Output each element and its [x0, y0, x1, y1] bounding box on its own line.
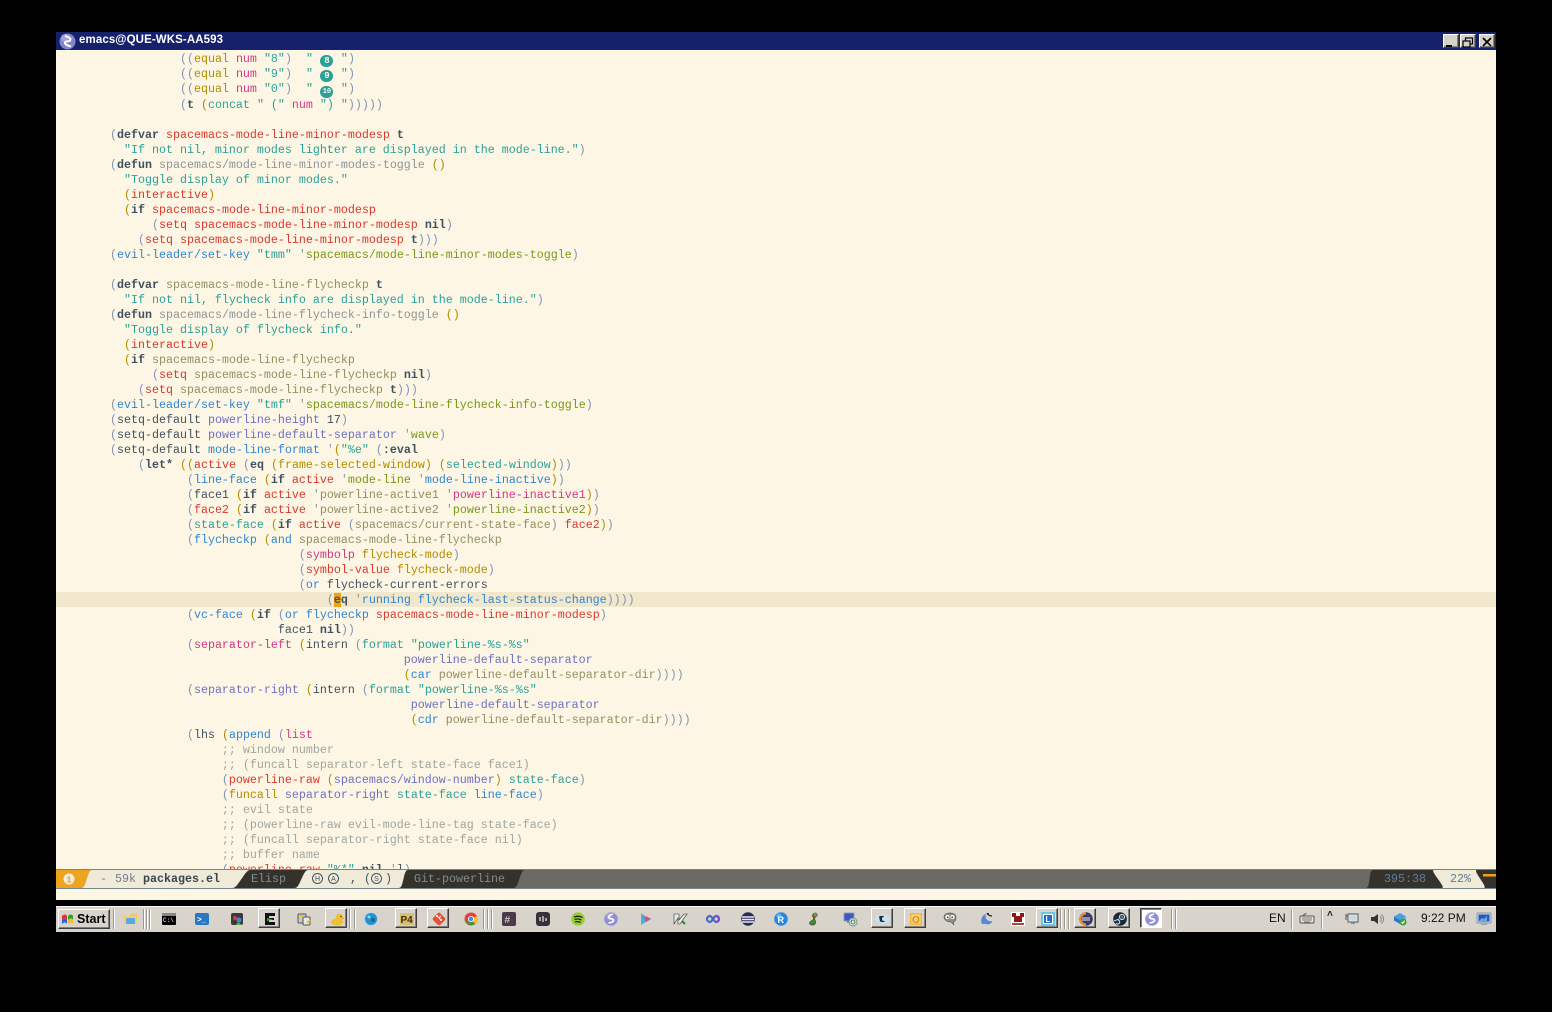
svg-text:P4: P4 — [401, 915, 414, 926]
svg-text:O: O — [912, 915, 920, 926]
svg-text:L: L — [1046, 915, 1051, 924]
svg-text:#: # — [505, 915, 511, 926]
svg-text:R: R — [778, 915, 785, 925]
svg-text:>_: >_ — [197, 915, 207, 924]
svg-text:C:\: C:\ — [163, 917, 174, 924]
